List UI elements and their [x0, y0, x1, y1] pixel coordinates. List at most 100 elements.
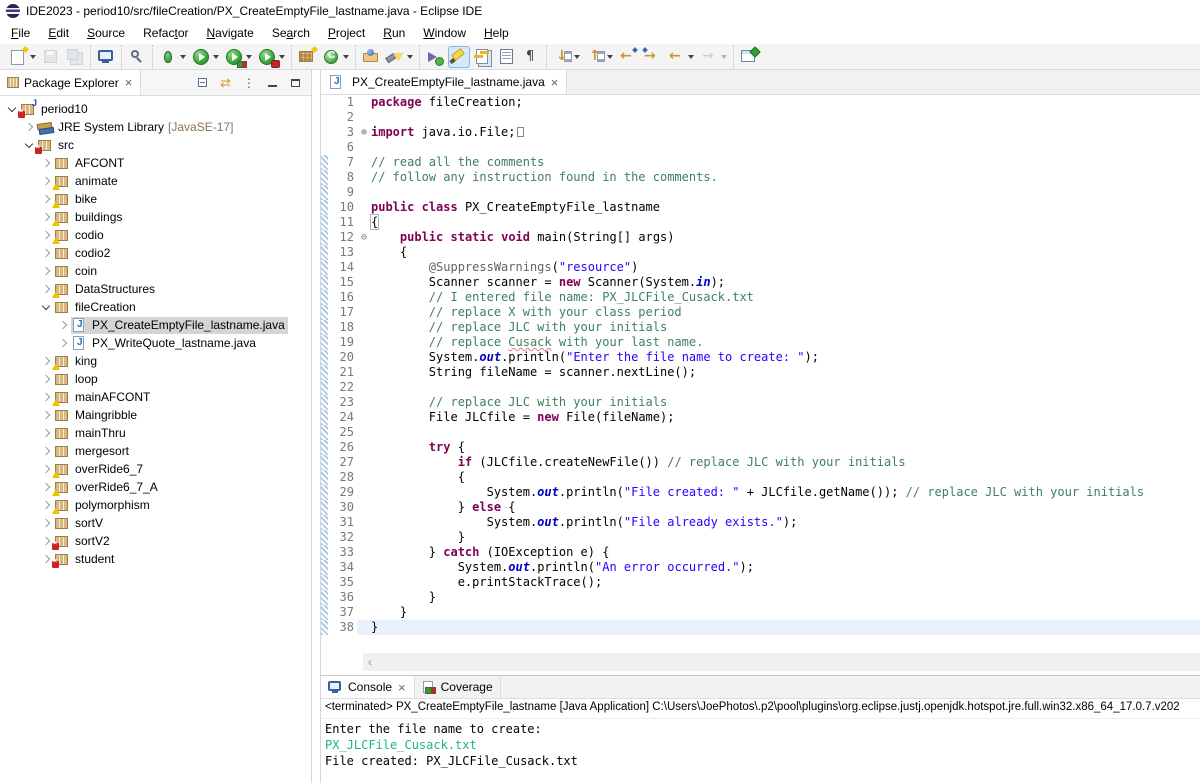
fold-marker-icon[interactable]: ⊕: [357, 125, 371, 140]
dropdown-caret-icon[interactable]: [343, 55, 349, 59]
tree-item-coin[interactable]: coin: [0, 262, 311, 280]
code-line[interactable]: 16 // I entered file name: PX_JLCFile_Cu…: [321, 290, 1200, 305]
dropdown-caret-icon[interactable]: [574, 55, 580, 59]
code-line[interactable]: 29 System.out.println("File created: " +…: [321, 485, 1200, 500]
maximize-icon[interactable]: [289, 76, 303, 90]
tree-twistie-icon[interactable]: [55, 322, 71, 328]
tree-item-px-writequote-lastname-java[interactable]: PX_WriteQuote_lastname.java: [0, 334, 311, 352]
fold-marker-icon[interactable]: ⊖: [357, 230, 371, 245]
code-line[interactable]: 2: [321, 110, 1200, 125]
previous-annotation-button[interactable]: [584, 46, 606, 68]
code-line[interactable]: 1package fileCreation;: [321, 95, 1200, 110]
code-line[interactable]: 33 } catch (IOException e) {: [321, 545, 1200, 560]
menu-item-help[interactable]: Help: [475, 23, 518, 43]
code-line[interactable]: 8// follow any instruction found in the …: [321, 170, 1200, 185]
tree-item-king[interactable]: king: [0, 352, 311, 370]
menu-item-refactor[interactable]: Refactor: [134, 23, 197, 43]
scroll-left-icon[interactable]: ‹: [368, 655, 372, 669]
menu-item-project[interactable]: Project: [319, 23, 374, 43]
code-line[interactable]: 32 }: [321, 530, 1200, 545]
back-button[interactable]: [665, 46, 687, 68]
tree-twistie-icon[interactable]: [55, 340, 71, 346]
code-line[interactable]: 15 Scanner scanner = new Scanner(System.…: [321, 275, 1200, 290]
tree-item-student[interactable]: student: [0, 550, 311, 568]
code-line[interactable]: 18 // replace JLC with your initials: [321, 320, 1200, 335]
tree-item-period10[interactable]: period10: [0, 100, 311, 118]
open-console-button[interactable]: [95, 46, 117, 68]
breadcrumb-button[interactable]: [424, 46, 446, 68]
open-task-button[interactable]: [360, 46, 382, 68]
tree-item-buildings[interactable]: buildings: [0, 208, 311, 226]
code-line[interactable]: 3⊕import java.io.File;: [321, 125, 1200, 140]
code-line[interactable]: 28 {: [321, 470, 1200, 485]
new-java-project-button[interactable]: [296, 46, 318, 68]
tree-twistie-icon[interactable]: [38, 160, 54, 166]
code-line[interactable]: 17 // replace X with your class period: [321, 305, 1200, 320]
tree-item-codio[interactable]: codio: [0, 226, 311, 244]
tree-item-datastructures[interactable]: DataStructures: [0, 280, 311, 298]
close-icon[interactable]: ×: [397, 681, 407, 694]
tree-twistie-icon[interactable]: [38, 412, 54, 418]
tree-item-sortv2[interactable]: sortV2: [0, 532, 311, 550]
open-type-button[interactable]: [126, 46, 148, 68]
close-icon[interactable]: ×: [124, 76, 134, 89]
code-line[interactable]: 10public class PX_CreateEmptyFile_lastna…: [321, 200, 1200, 215]
tab-coverage[interactable]: Coverage: [415, 676, 501, 698]
dropdown-caret-icon[interactable]: [721, 55, 727, 59]
menu-item-edit[interactable]: Edit: [39, 23, 78, 43]
minimize-icon[interactable]: [266, 76, 280, 90]
link-with-editor-icon[interactable]: ⇄: [220, 76, 234, 90]
link-with-editor-button[interactable]: [472, 46, 494, 68]
code-line[interactable]: 22: [321, 380, 1200, 395]
code-line[interactable]: 20 System.out.println("Enter the file na…: [321, 350, 1200, 365]
close-icon[interactable]: ×: [550, 76, 560, 89]
horizontal-scrollbar[interactable]: ‹: [363, 653, 1200, 671]
code-line[interactable]: 27 if (JLCfile.createNewFile()) // repla…: [321, 455, 1200, 470]
dropdown-caret-icon[interactable]: [279, 55, 285, 59]
tree-item-afcont[interactable]: AFCONT: [0, 154, 311, 172]
view-menu-icon[interactable]: ⋮: [243, 76, 257, 90]
code-line[interactable]: 35 e.printStackTrace();: [321, 575, 1200, 590]
code-line[interactable]: 36 }: [321, 590, 1200, 605]
code-line[interactable]: 37 }: [321, 605, 1200, 620]
dropdown-caret-icon[interactable]: [246, 55, 252, 59]
next-edit-location-button[interactable]: [641, 46, 663, 68]
dropdown-caret-icon[interactable]: [30, 55, 36, 59]
tree-item-filecreation[interactable]: fileCreation: [0, 298, 311, 316]
tree-twistie-icon[interactable]: [38, 250, 54, 256]
code-line[interactable]: 11{: [321, 215, 1200, 230]
menu-item-file[interactable]: File: [2, 23, 39, 43]
code-line[interactable]: 38}: [321, 620, 1200, 635]
code-line[interactable]: 6: [321, 140, 1200, 155]
code-line[interactable]: 34 System.out.println("An error occurred…: [321, 560, 1200, 575]
pin-editor-button[interactable]: [738, 46, 760, 68]
tree-item-codio2[interactable]: codio2: [0, 244, 311, 262]
vertical-sash[interactable]: [313, 70, 320, 783]
code-line[interactable]: 7// read all the comments: [321, 155, 1200, 170]
dropdown-caret-icon[interactable]: [688, 55, 694, 59]
coverage-button[interactable]: [223, 46, 245, 68]
code-line[interactable]: 12⊖ public static void main(String[] arg…: [321, 230, 1200, 245]
tab-editor-file[interactable]: PX_CreateEmptyFile_lastname.java ×: [321, 70, 567, 94]
tree-item-px-createemptyfile-lastname-java[interactable]: PX_CreateEmptyFile_lastname.java: [0, 316, 311, 334]
code-editor[interactable]: 1package fileCreation;23⊕import java.io.…: [321, 95, 1200, 651]
menu-item-navigate[interactable]: Navigate: [197, 23, 262, 43]
tree-item-mergesort[interactable]: mergesort: [0, 442, 311, 460]
dropdown-caret-icon[interactable]: [213, 55, 219, 59]
code-line[interactable]: 14 @SuppressWarnings("resource"): [321, 260, 1200, 275]
tree-item-src[interactable]: src: [0, 136, 311, 154]
code-line[interactable]: 26 try {: [321, 440, 1200, 455]
tree-item-jre-system-library[interactable]: JRE System Library[JavaSE-17]: [0, 118, 311, 136]
code-line[interactable]: 21 String fileName = scanner.nextLine();: [321, 365, 1200, 380]
code-line[interactable]: 25: [321, 425, 1200, 440]
tree-item-mainafcont[interactable]: mainAFCONT: [0, 388, 311, 406]
code-line[interactable]: 24 File JLCfile = new File(fileName);: [321, 410, 1200, 425]
tree-item-loop[interactable]: loop: [0, 370, 311, 388]
code-line[interactable]: 9: [321, 185, 1200, 200]
code-line[interactable]: 31 System.out.println("File already exis…: [321, 515, 1200, 530]
tab-package-explorer[interactable]: Package Explorer ×: [0, 70, 141, 95]
tree-twistie-icon[interactable]: [38, 430, 54, 436]
new-wizard-button[interactable]: [7, 46, 29, 68]
dropdown-caret-icon[interactable]: [607, 55, 613, 59]
menu-item-source[interactable]: Source: [78, 23, 134, 43]
